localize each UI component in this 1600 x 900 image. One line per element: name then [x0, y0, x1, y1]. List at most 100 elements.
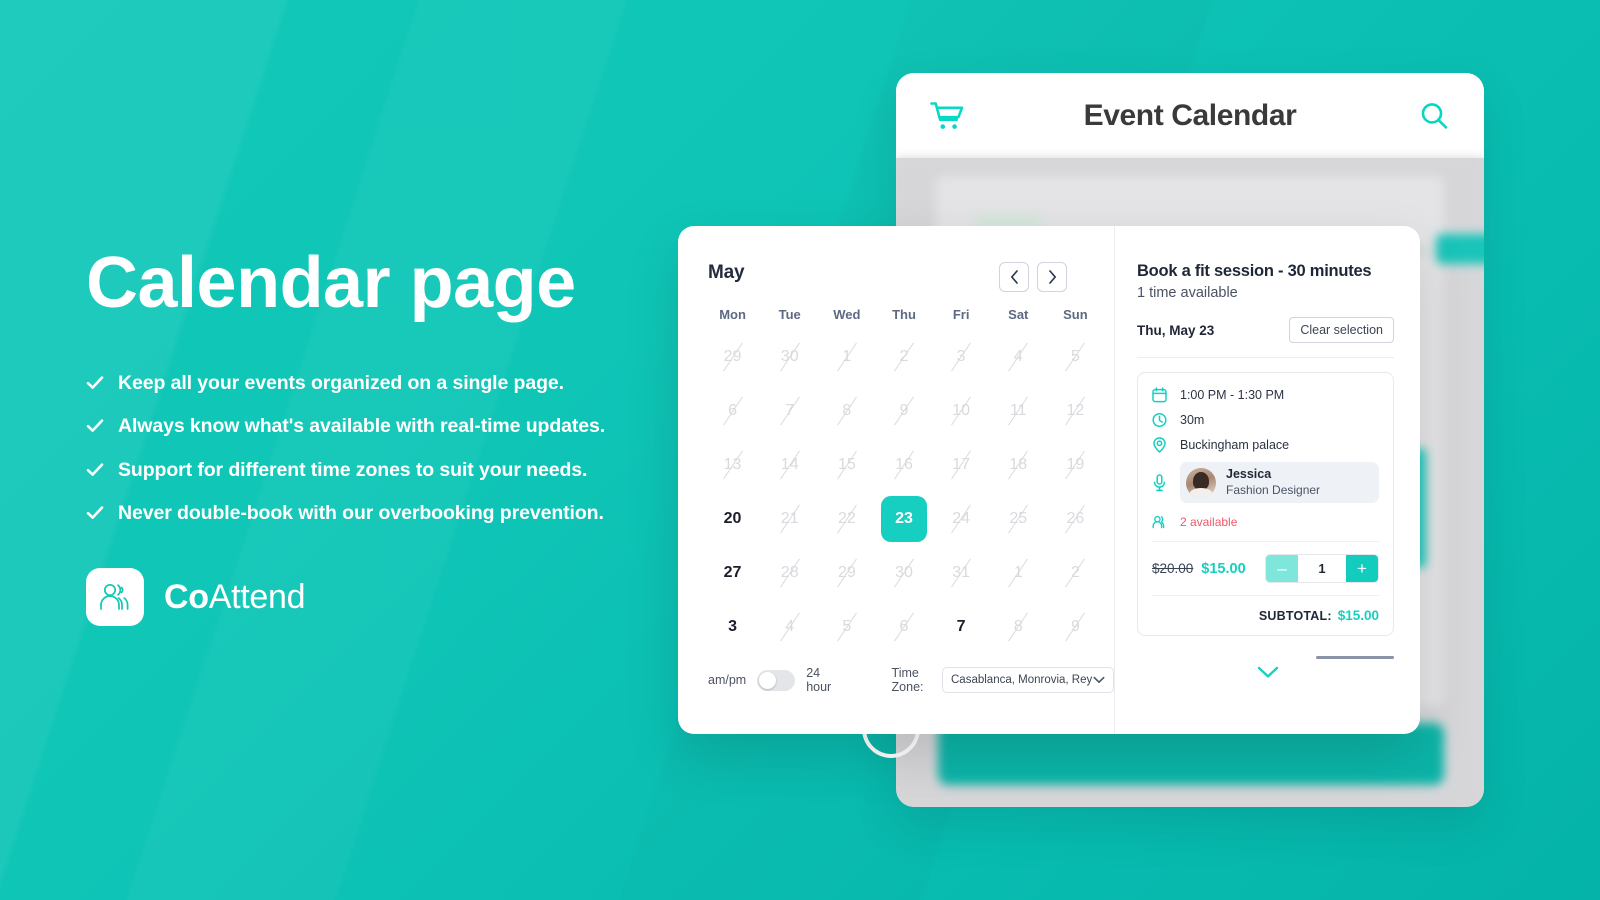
calendar-day-disabled: 14 — [767, 442, 813, 488]
partial-button-edge — [1316, 656, 1394, 659]
calendar-day-cell: 29 — [704, 330, 761, 384]
speaker-role: Fashion Designer — [1226, 482, 1321, 497]
slot-time-row: 1:00 PM - 1:30 PM — [1152, 387, 1379, 403]
toggle-knob — [759, 671, 777, 689]
calendar-day-available[interactable]: 3 — [710, 604, 756, 650]
microphone-icon — [1152, 473, 1170, 492]
calendar-day-disabled: 17 — [938, 442, 984, 488]
quantity-value[interactable]: 1 — [1298, 555, 1346, 583]
month-navigation — [999, 262, 1067, 292]
calendar-day-cell: 6 — [875, 600, 932, 654]
calendar-day-disabled: 8 — [995, 604, 1041, 650]
calendar-day-disabled: 28 — [767, 550, 813, 596]
calendar-day-cell: 5 — [1047, 330, 1104, 384]
calendar-day-disabled: 9 — [1052, 604, 1098, 650]
calendar-day-disabled: 6 — [881, 604, 927, 650]
calendar-day-disabled: 29 — [710, 334, 756, 380]
brand-name-light: Attend — [208, 577, 306, 616]
list-item: Always know what's available with real-t… — [86, 414, 706, 438]
time-slot-card[interactable]: 1:00 PM - 1:30 PM 30m Buckingham palace — [1137, 372, 1394, 637]
slot-availability-row: 2 available — [1152, 515, 1379, 543]
calendar-day-available[interactable]: 27 — [710, 550, 756, 596]
calendar-day-disabled: 19 — [1052, 442, 1098, 488]
quantity-stepper: – 1 + — [1265, 554, 1379, 584]
speaker-chip[interactable]: Jessica Fashion Designer — [1180, 462, 1379, 504]
calendar-day-disabled: 4 — [995, 334, 1041, 380]
quantity-increase-button[interactable]: + — [1346, 555, 1378, 583]
check-icon — [86, 506, 104, 519]
check-icon — [86, 376, 104, 389]
calendar-day-disabled: 15 — [824, 442, 870, 488]
calendar-day-disabled: 2 — [1052, 550, 1098, 596]
booking-title: Book a fit session - 30 minutes — [1137, 262, 1372, 280]
calendar-day-cell: 9 — [875, 384, 932, 438]
list-item-label: Keep all your events organized on a sing… — [118, 371, 564, 394]
calendar-day-grid: 29 30 1 2 3 4 5 6 7 8 9 10 11 12 13 14 15 16 17 18 19 20 21 22 2… — [704, 330, 1104, 654]
calendar-day-available[interactable]: 20 — [710, 496, 756, 542]
timezone-select[interactable]: Casablanca, Monrovia, Reyk... — [942, 667, 1114, 693]
calendar-day-disabled: 31 — [938, 550, 984, 596]
page-title: Calendar page — [86, 243, 576, 323]
calendar-day-disabled: 21 — [767, 496, 813, 542]
calendar-day-cell: 7 — [761, 384, 818, 438]
calendar-day-cell: 10 — [933, 384, 990, 438]
calendar-day-cell: 1 — [990, 546, 1047, 600]
prev-month-button[interactable] — [999, 262, 1029, 292]
calendar-day-cell: 26 — [1047, 492, 1104, 546]
calendar-day-disabled: 5 — [824, 604, 870, 650]
ampm-label: am/pm — [708, 673, 747, 687]
calendar-day-cell: 14 — [761, 438, 818, 492]
calendar-day-selected[interactable]: 23 — [880, 496, 927, 542]
calendar-day-cell: 30 — [761, 330, 818, 384]
calendar-day-disabled: 26 — [1052, 496, 1098, 542]
calendar-day-cell: 20 — [704, 492, 761, 546]
tablet-header: Event Calendar — [896, 73, 1484, 158]
calendar-day-cell: 8 — [990, 600, 1047, 654]
calendar-day-cell: 27 — [704, 546, 761, 600]
calendar-day-cell: 12 — [1047, 384, 1104, 438]
next-month-button[interactable] — [1037, 262, 1067, 292]
avatar — [1186, 467, 1216, 498]
calendar-day-disabled: 22 — [824, 496, 870, 542]
search-icon[interactable] — [1418, 100, 1450, 132]
subtotal-value: $15.00 — [1337, 608, 1379, 624]
calendar-day-cell: 6 — [704, 384, 761, 438]
list-item-label: Never double-book with our overbooking p… — [118, 502, 604, 524]
calendar-day-disabled: 30 — [881, 550, 927, 596]
calendar-day-disabled: 11 — [995, 388, 1041, 434]
calendar-day-disabled: 9 — [881, 388, 927, 434]
slot-time-text: 1:00 PM - 1:30 PM — [1180, 388, 1285, 402]
time-format-toggle[interactable] — [757, 669, 796, 691]
feature-list: Keep all your events organized on a sing… — [86, 371, 706, 526]
subtotal-label: SUBTOTAL: — [1258, 608, 1332, 623]
chevron-right-icon — [1048, 270, 1056, 284]
list-item: Support for different time zones to suit… — [86, 458, 706, 482]
calendar-day-disabled: 29 — [824, 550, 870, 596]
logo-mark — [86, 568, 144, 627]
calendar-day-cell: 11 — [990, 384, 1047, 438]
calendar-day-cell: 23 — [875, 492, 932, 546]
calendar-day-cell: 25 — [990, 492, 1047, 546]
availability-count: 2 available — [1180, 515, 1238, 530]
calendar-day-cell: 18 — [990, 438, 1047, 492]
weekday-label: Sat — [1008, 307, 1029, 322]
calendar-day-cell: 3 — [933, 330, 990, 384]
chevron-left-icon — [1010, 270, 1018, 284]
weekday-label: Wed — [833, 307, 861, 322]
calendar-day-cell: 9 — [1047, 600, 1104, 654]
calendar-day-disabled: 16 — [881, 442, 927, 488]
quantity-decrease-button[interactable]: – — [1266, 555, 1298, 583]
slot-speaker-row: Jessica Fashion Designer — [1152, 462, 1379, 504]
calendar-day-cell: 13 — [704, 438, 761, 492]
calendar-day-available[interactable]: 7 — [938, 604, 984, 650]
calendar-day-disabled: 1 — [824, 334, 870, 380]
calendar-day-disabled: 10 — [938, 388, 984, 434]
calendar-day-disabled: 24 — [938, 496, 984, 542]
shopping-cart-icon[interactable] — [930, 101, 964, 131]
calendar-day-cell: 28 — [761, 546, 818, 600]
calendar-day-cell: 15 — [818, 438, 875, 492]
calendar-day-disabled: 5 — [1052, 334, 1098, 380]
clear-selection-button[interactable]: Clear selection — [1289, 317, 1394, 343]
hour24-label: 24 hour — [806, 666, 832, 694]
expand-more-button[interactable] — [1115, 666, 1420, 679]
